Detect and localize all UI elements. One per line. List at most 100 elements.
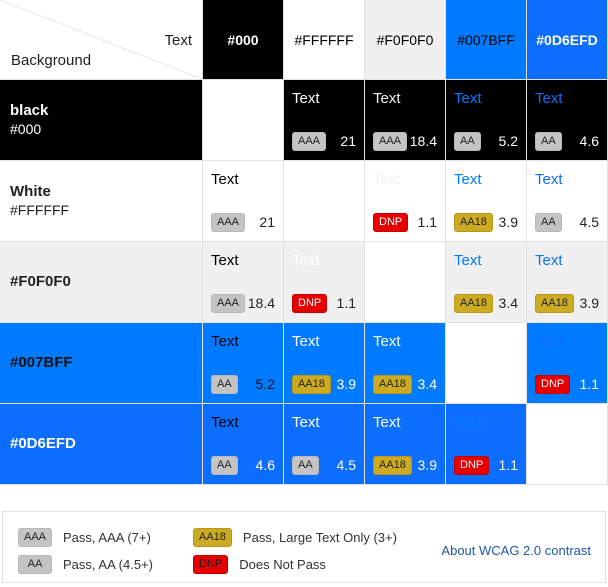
- rating-badge: AA: [211, 375, 238, 394]
- legend-desc-aa18: Pass, Large Text Only (3+): [242, 530, 397, 545]
- sample-text: Text: [292, 252, 320, 269]
- rating-badge: AA18: [292, 375, 331, 394]
- legend-desc-dnp: Does Not Pass: [239, 557, 326, 572]
- rating-badge: DNP: [535, 375, 571, 394]
- column-header-label: #000: [227, 31, 259, 48]
- row-header-007bff: #007BFF: [0, 323, 203, 404]
- sample-text: Text: [211, 333, 239, 350]
- contrast-cell: Text AA 5.2: [203, 323, 284, 404]
- sample-text: Text: [373, 333, 401, 350]
- contrast-ratio: 3.9: [336, 376, 356, 392]
- sample-text: Text: [535, 171, 563, 188]
- column-header-f0f0f0: #F0F0F0: [365, 0, 446, 80]
- sample-text: Text: [454, 171, 482, 188]
- contrast-cell: Text AA18 3.9: [527, 242, 608, 323]
- contrast-cell: Text AA18 3.9: [284, 323, 365, 404]
- contrast-cell: Text AAA 21: [284, 80, 365, 161]
- row-name: White: [10, 183, 51, 200]
- legend-item-aa18: AA18 Pass, Large Text Only (3+): [193, 528, 397, 547]
- contrast-cell: Text AA 4.5: [527, 161, 608, 242]
- sample-text: Text: [292, 333, 320, 350]
- contrast-cell: Text DNP 1.1: [284, 242, 365, 323]
- column-header-label: #FFFFFF: [294, 31, 354, 48]
- contrast-ratio: 18.4: [247, 295, 275, 311]
- column-header-label: #007BFF: [457, 31, 515, 48]
- empty-cell: [446, 323, 527, 404]
- contrast-ratio: 1.1: [579, 376, 599, 392]
- contrast-ratio: 3.4: [498, 295, 518, 311]
- contrast-ratio: 4.6: [255, 457, 275, 473]
- rating-badge: AA: [292, 456, 319, 475]
- badge-aaa: AAA: [18, 528, 53, 547]
- contrast-cell: Text AA18 3.4: [365, 323, 446, 404]
- legend-item-aaa: AAA Pass, AAA (7+): [18, 528, 151, 547]
- legend: AAA Pass, AAA (7+) AA Pass, AA (4.5+) AA…: [2, 511, 606, 583]
- contrast-ratio: 4.5: [579, 214, 599, 230]
- contrast-ratio: 3.9: [498, 214, 518, 230]
- rating-badge: DNP: [373, 213, 409, 232]
- rating-badge: AAA: [211, 294, 246, 313]
- rating-badge: AA18: [454, 294, 493, 313]
- sample-text: Text: [373, 171, 401, 188]
- rating-badge: AAA: [292, 132, 327, 151]
- contrast-ratio: 1.1: [417, 214, 437, 230]
- row-header-f0f0f0: #F0F0F0: [0, 242, 203, 323]
- rating-badge: AA: [535, 213, 562, 232]
- sample-text: Text: [211, 414, 239, 431]
- rating-badge: AA18: [535, 294, 574, 313]
- contrast-ratio: 3.9: [417, 457, 437, 473]
- row-hex: #007BFF: [10, 354, 73, 371]
- contrast-ratio: 3.4: [417, 376, 437, 392]
- contrast-ratio: 5.2: [498, 133, 518, 149]
- wcag-contrast-link[interactable]: About WCAG 2.0 contrast: [441, 543, 591, 558]
- row-hex: #F0F0F0: [10, 273, 71, 290]
- rating-badge: AA: [211, 456, 238, 475]
- sample-text: Text: [535, 252, 563, 269]
- badge-dnp: DNP: [193, 555, 229, 574]
- sample-text: Text: [373, 90, 401, 107]
- contrast-cell: Text AA 4.5: [284, 404, 365, 485]
- row-hex: #0D6EFD: [10, 435, 76, 452]
- text-axis-label: Text: [164, 32, 192, 49]
- contrast-cell: Text AAA 21: [203, 161, 284, 242]
- rating-badge: AAA: [373, 132, 408, 151]
- row-header-ffffff: White #FFFFFF: [0, 161, 203, 242]
- column-header-007bff: #007BFF: [446, 0, 527, 80]
- rating-badge: AA18: [373, 375, 412, 394]
- contrast-cell: Text AAA 18.4: [365, 80, 446, 161]
- badge-aa: AA: [18, 555, 52, 574]
- sample-text: Text: [454, 414, 482, 431]
- legend-item-dnp: DNP Does Not Pass: [193, 555, 326, 574]
- contrast-cell: Text DNP 1.1: [446, 404, 527, 485]
- rating-badge: DNP: [292, 294, 328, 313]
- row-hex: #FFFFFF: [10, 202, 70, 218]
- corner-header: Text Background: [0, 0, 203, 80]
- contrast-cell: Text AA18 3.9: [365, 404, 446, 485]
- empty-cell: [284, 161, 365, 242]
- empty-cell: [365, 242, 446, 323]
- background-axis-label: Background: [11, 52, 92, 69]
- contrast-cell: Text DNP 1.1: [527, 323, 608, 404]
- contrast-cell: Text DNP 1.1: [365, 161, 446, 242]
- contrast-ratio: 4.5: [336, 457, 356, 473]
- empty-cell: [203, 80, 284, 161]
- sample-text: Text: [373, 414, 401, 431]
- contrast-cell: Text AA 4.6: [527, 80, 608, 161]
- rating-badge: AAA: [211, 213, 246, 232]
- sample-text: Text: [292, 414, 320, 431]
- rating-badge: AA18: [373, 456, 412, 475]
- sample-text: Text: [454, 252, 482, 269]
- contrast-ratio: 18.4: [409, 133, 437, 149]
- sample-text: Text: [211, 252, 239, 269]
- row-hex: #000: [10, 121, 42, 137]
- contrast-cell: Text AA 5.2: [446, 80, 527, 161]
- column-header-label: #F0F0F0: [376, 31, 434, 48]
- contrast-ratio: 21: [340, 133, 356, 149]
- legend-desc-aaa: Pass, AAA (7+): [63, 530, 151, 545]
- sample-text: Text: [535, 90, 563, 107]
- contrast-ratio: 1.1: [336, 295, 356, 311]
- contrast-ratio: 4.6: [579, 133, 599, 149]
- sample-text: Text: [211, 171, 239, 188]
- contrast-ratio: 5.2: [255, 376, 275, 392]
- contrast-ratio: 1.1: [498, 457, 518, 473]
